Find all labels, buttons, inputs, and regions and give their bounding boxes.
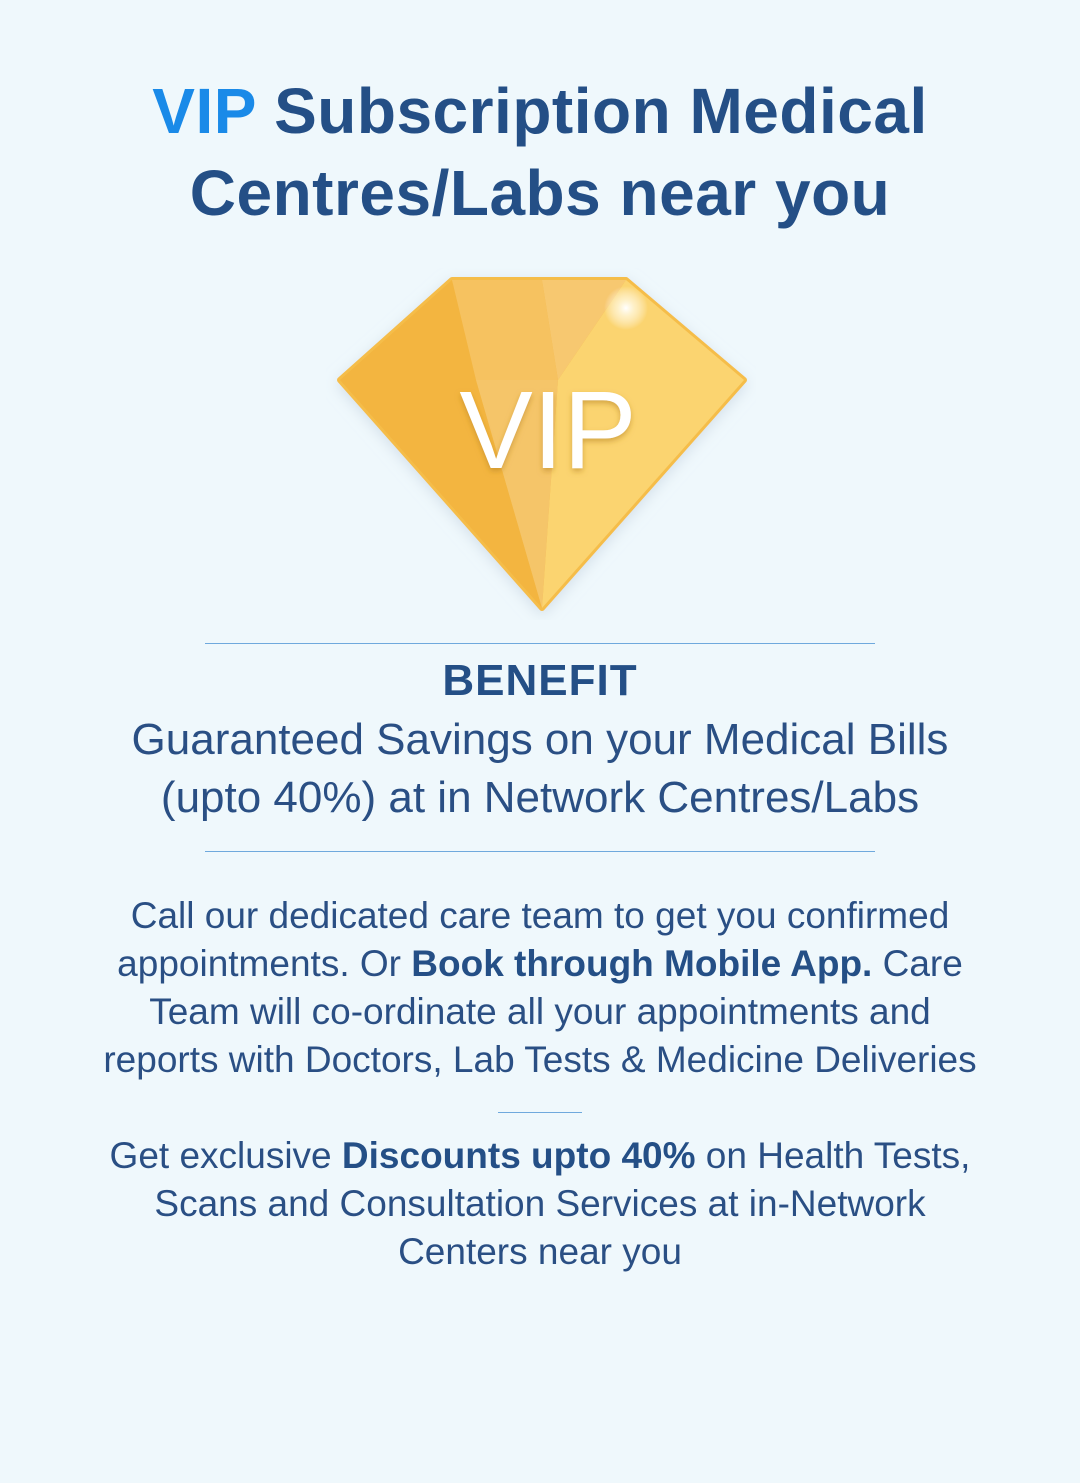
discount-highlight: Discounts upto 40% [341,1135,696,1176]
discount-line: Centers near you [398,1231,682,1272]
badge-vip-text: VIP [459,369,636,492]
discount-line: Get exclusive Discounts upto 40% on Heal… [0,1132,1080,1180]
care-text: Care [872,943,963,984]
discount-paragraph: Get exclusive Discounts upto 40% on Heal… [0,1132,1080,1276]
divider [205,851,875,852]
benefit-description: Guaranteed Savings on your Medical Bills… [0,711,1080,827]
discount-text: on Health Tests, [695,1135,971,1176]
benefit-line: (upto 40%) at in Network Centres/Labs [160,773,920,822]
short-divider [498,1112,582,1113]
care-text: appointments. Or [117,943,412,984]
care-line: reports with Doctors, Lab Tests & Medici… [103,1039,977,1080]
benefit-heading: BENEFIT [442,656,638,705]
discount-line: Scans and Consultation Services at in-Ne… [154,1183,926,1224]
title-line1-rest: Subscription Medical [255,75,928,147]
vip-diamond-badge: VIP [326,268,756,620]
book-app-highlight: Book through Mobile App. [411,943,873,984]
title-accent: VIP [152,75,256,147]
care-line: Call our dedicated care team to get you … [130,895,950,936]
discount-text: Get exclusive [109,1135,342,1176]
benefit-line: Guaranteed Savings on your Medical Bills [131,715,949,764]
care-line: appointments. Or Book through Mobile App… [0,940,1080,988]
divider [205,643,875,644]
page-title: VIP Subscription Medical Centres/Labs ne… [0,70,1080,234]
care-team-paragraph: Call our dedicated care team to get you … [0,892,1080,1084]
care-line: Team will co-ordinate all your appointme… [149,991,931,1032]
vip-info-page: VIP Subscription Medical Centres/Labs ne… [0,0,1080,1483]
title-line2: Centres/Labs near you [189,157,891,229]
diamond-icon: VIP [337,277,747,611]
